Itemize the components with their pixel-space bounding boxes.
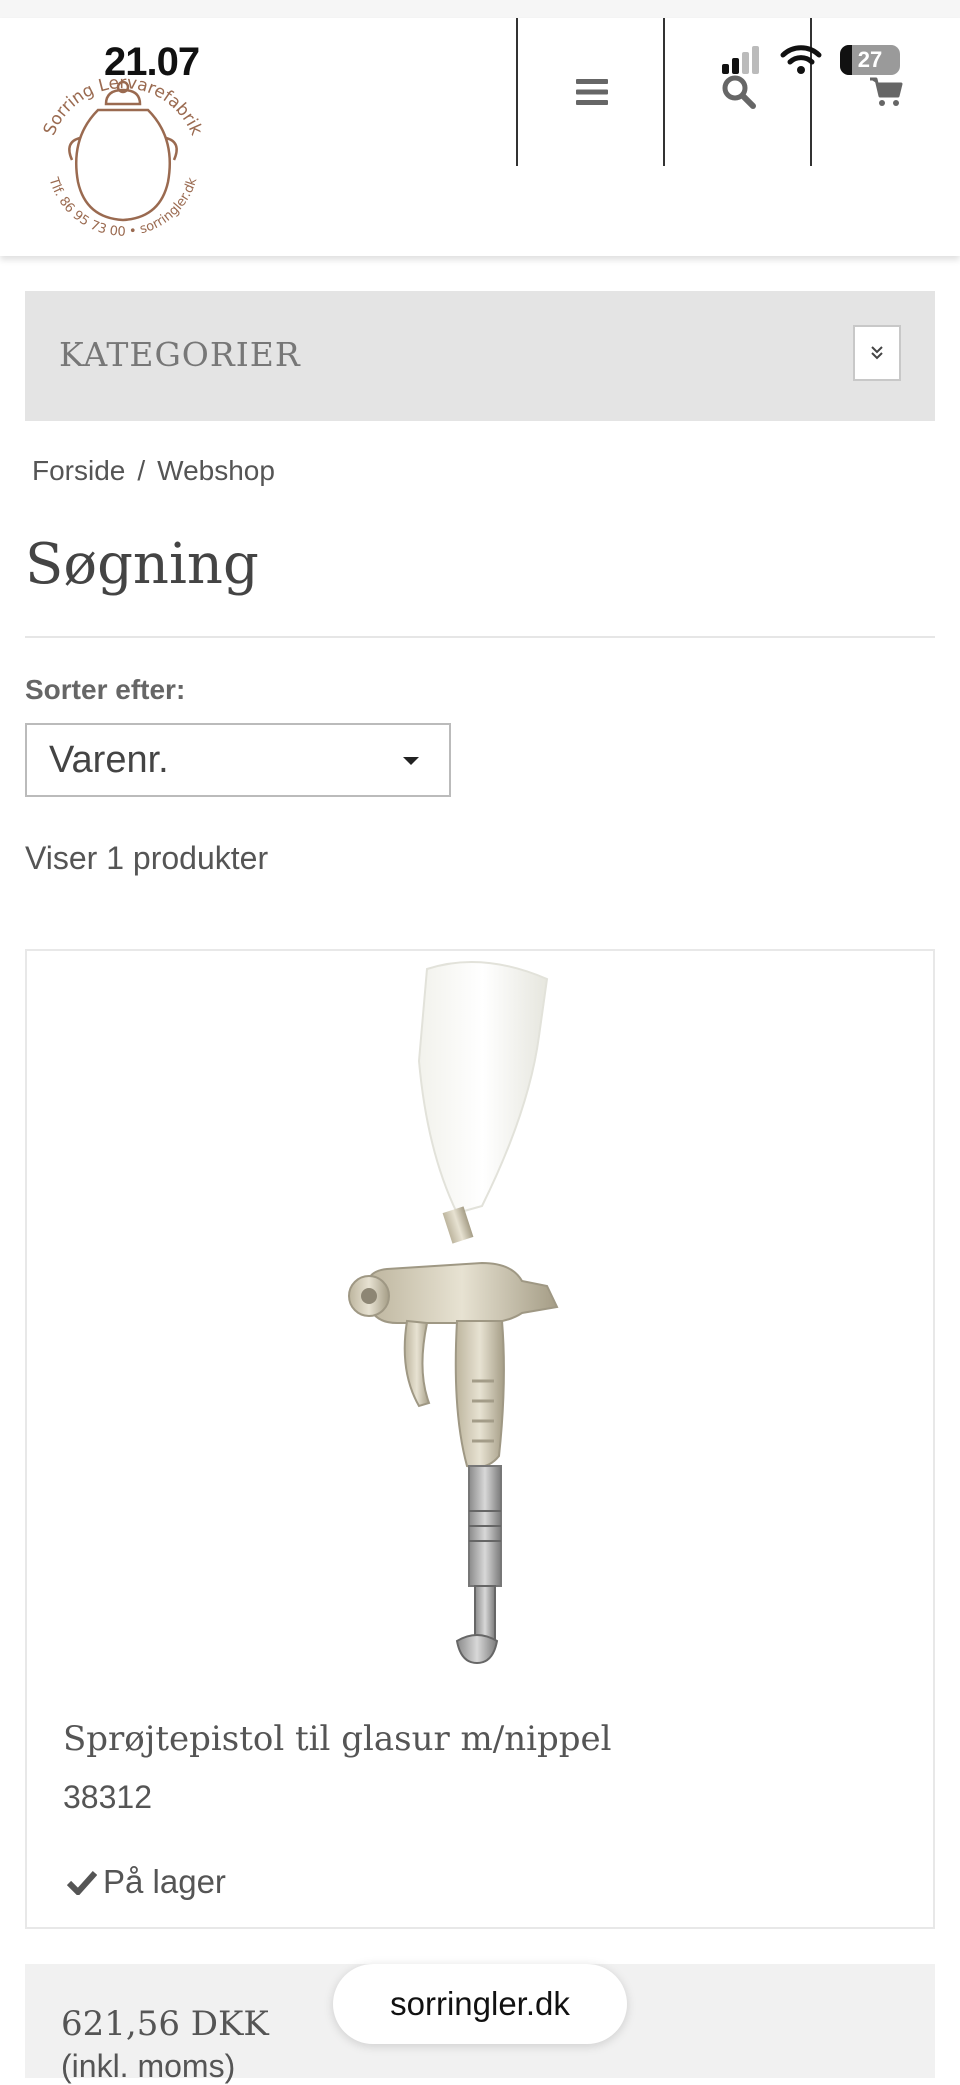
logo-text-bottom: Tlf. 86 95 73 00 • sorringler.dk [45,175,200,240]
cart-icon [869,77,902,106]
wifi-icon [780,45,822,74]
search-icon [722,75,756,109]
product-card[interactable]: Sprøjtepistol til glasur m/nippel 38312 … [25,949,935,1929]
menu-button[interactable] [516,18,665,166]
page-title: Søgning [25,532,259,597]
battery-icon: 27 [840,45,900,75]
svg-text:Tlf. 86 95 73 00 • sorringler.: Tlf. 86 95 73 00 • sorringler.dk [45,175,200,240]
caret-down-icon [403,757,419,765]
categories-bar[interactable]: KATEGORIER [25,291,935,421]
product-image[interactable] [307,951,687,1681]
result-count: Viser 1 produkter [25,840,269,876]
product-sku: 38312 [63,1779,152,1815]
chevron-double-down-icon [871,346,883,360]
sort-label: Sorter efter: [25,674,186,705]
menu-icon [575,79,608,105]
stock-status: På lager [67,1863,226,1901]
signal-icon [722,46,759,74]
top-strip [0,0,960,18]
cart-button[interactable] [810,18,959,166]
stock-label: På lager [103,1863,226,1900]
browser-url-bar[interactable]: sorringler.dk [333,1964,627,2044]
categories-label: KATEGORIER [59,335,301,374]
status-icons: 27 [722,44,900,76]
breadcrumb-home-link[interactable]: Forside [32,455,125,486]
checkmark-icon [67,1870,97,1895]
sort-select[interactable]: Varenr. [25,723,451,797]
divider [25,636,935,638]
battery-level: 27 [857,47,883,72]
breadcrumb-current-link[interactable]: Webshop [157,455,275,486]
categories-toggle-button[interactable] [853,325,901,381]
search-button[interactable] [663,18,812,166]
product-name[interactable]: Sprøjtepistol til glasur m/nippel [63,1719,612,1759]
price-note: (inkl. moms) [61,2048,236,2084]
sort-selected-value: Varenr. [49,738,169,781]
breadcrumb-separator: / [137,455,146,486]
status-time: 21.07 [104,40,200,84]
breadcrumb: Forside / Webshop [32,455,275,487]
product-price: 621,56 DKK [61,2004,269,2044]
